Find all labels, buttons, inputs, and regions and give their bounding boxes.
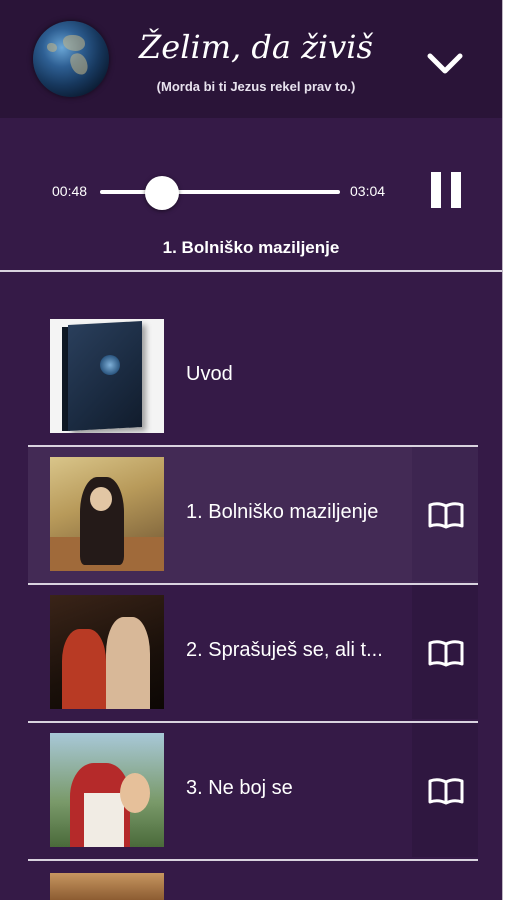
app-title: Želim, da živiš (139, 28, 373, 66)
duration-time: 03:04 (350, 183, 386, 199)
text-button[interactable] (412, 585, 478, 719)
audio-player: 00:48 03:04 1. Bolniško maziljenje (0, 118, 502, 270)
open-book-icon (428, 778, 464, 805)
chevron-down-icon (427, 53, 463, 74)
list-item[interactable]: 2. Sprašuješ se, ali t... (28, 585, 478, 723)
list-item[interactable]: 1. Bolniško maziljenje (28, 447, 478, 585)
track-label: 3. Ne boj se (186, 777, 293, 799)
now-playing-title: 1. Bolniško maziljenje (162, 238, 340, 257)
app-logo-globe (33, 21, 109, 97)
open-book-icon (428, 502, 464, 529)
open-book-icon (428, 640, 464, 667)
track-label: 2. Sprašuješ se, ali t... (186, 639, 383, 661)
divider (0, 270, 502, 272)
track-label: 1. Bolniško maziljenje (186, 501, 379, 523)
list-item[interactable] (28, 861, 478, 900)
collapse-button[interactable] (422, 46, 468, 80)
track-thumbnail-image (50, 873, 164, 900)
list-item[interactable]: 3. Ne boj se (28, 723, 478, 861)
nun-painting-image (50, 457, 164, 571)
header: Želim, da živiš (Morda bi ti Jezus rekel… (0, 0, 502, 118)
app-subtitle: (Morda bi ti Jezus rekel prav to.) (156, 79, 356, 94)
pause-button[interactable] (430, 172, 462, 208)
text-button[interactable] (412, 723, 478, 857)
list-item[interactable]: Uvod (28, 309, 478, 447)
pause-icon (431, 172, 441, 208)
track-list: Uvod 1. Bolniško maziljenje 2. Sprašuješ… (28, 309, 478, 900)
seek-bar[interactable] (100, 176, 340, 210)
text-button[interactable] (412, 447, 478, 581)
track-label: Uvod (186, 363, 233, 385)
thomas-painting-image (50, 595, 164, 709)
current-time: 00:48 (52, 183, 88, 199)
seek-thumb[interactable] (145, 176, 180, 210)
jesus-child-painting-image (50, 733, 164, 847)
book-cover-image (50, 319, 164, 433)
app-window: Želim, da živiš (Morda bi ti Jezus rekel… (0, 0, 503, 900)
